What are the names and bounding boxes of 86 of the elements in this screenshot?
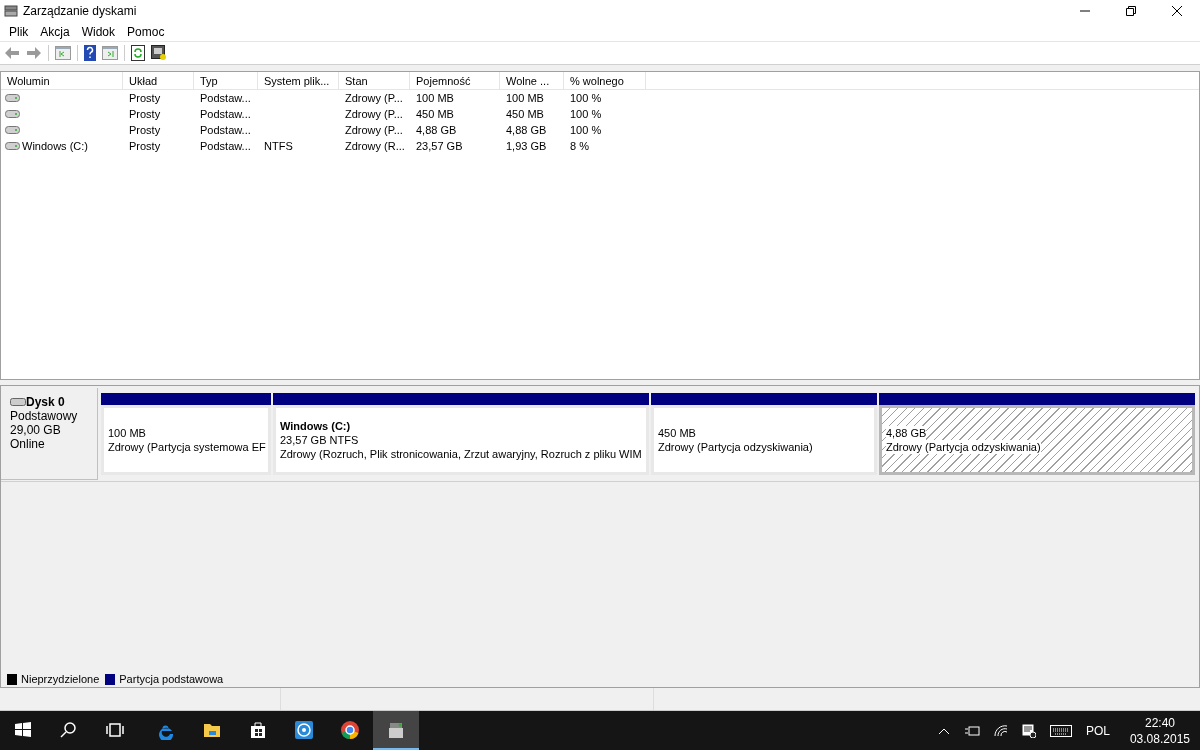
menu-item[interactable]: Widok <box>75 21 122 42</box>
disk-drive-icon <box>10 398 26 406</box>
table-cell-text: 23,57 GB <box>416 138 463 154</box>
disk-label-panel[interactable]: Dysk 0 Podstawowy 29,00 GB Online <box>1 388 98 480</box>
chevron-up-icon[interactable] <box>937 726 950 735</box>
table-cell-text: Podstaw... <box>200 138 251 154</box>
table-cell-text: 450 MB <box>416 106 454 122</box>
volume-drive-icon <box>5 126 20 134</box>
table-cell-text: 100 MB <box>506 90 544 106</box>
shopping-bag-icon <box>248 719 268 740</box>
table-cell-text: Zdrowy (P... <box>345 106 403 122</box>
partition-size: 23,57 GB NTFS <box>280 433 359 447</box>
column-header[interactable]: System plik... <box>258 72 339 90</box>
table-cell-text: 100 MB <box>416 90 454 106</box>
table-cell-text: NTFS <box>264 138 293 154</box>
disk-management-icon <box>4 4 18 18</box>
partition-size: 100 MB <box>108 426 146 440</box>
partition-size: 450 MB <box>658 426 696 440</box>
help-icon[interactable] <box>84 45 96 61</box>
legend-label: Nieprzydzielone <box>21 672 100 688</box>
keyboard-icon[interactable] <box>1049 724 1072 737</box>
table-cell-text: Prosty <box>129 122 161 138</box>
back-arrow-icon[interactable] <box>4 46 20 60</box>
partition-status: Zdrowy (Partycja systemowa EF <box>108 440 266 454</box>
table-cell-text: Podstaw... <box>200 90 251 106</box>
column-header[interactable]: Pojemność <box>410 72 500 90</box>
properties-icon[interactable] <box>151 45 167 61</box>
table-cell-text: 4,88 GB <box>416 122 457 138</box>
table-cell-text: 4,88 GB <box>506 122 547 138</box>
menu-item[interactable]: Akcja <box>34 21 76 42</box>
disk-size: 29,00 GB <box>10 423 62 437</box>
table-cell-text: 8 % <box>570 138 589 154</box>
legend-label: Partycja podstawowa <box>119 672 224 688</box>
table-cell-text: 1,93 GB <box>506 138 547 154</box>
menu-item[interactable]: Pomoc <box>121 21 171 42</box>
volume-drive-icon <box>5 94 20 102</box>
column-header[interactable]: % wolnego <box>564 72 646 90</box>
table-cell-text: Podstaw... <box>200 106 251 122</box>
partition-box[interactable]: 4,88 GB Zdrowy (Partycja odzyskiwania) <box>879 405 1195 475</box>
refresh-icon[interactable] <box>131 45 145 61</box>
partition-status: Zdrowy (Rozruch, Plik stronicowania, Zrzut awaryjny, Rozruch z pliku WIM <box>280 447 642 461</box>
clock-date[interactable]: 03.08.2015 <box>1129 730 1190 747</box>
table-cell-text: Zdrowy (P... <box>345 122 403 138</box>
close-icon <box>1172 6 1182 16</box>
column-header[interactable]: Wolumin <box>1 72 123 90</box>
table-cell-text: 100 % <box>570 106 602 122</box>
table-cell-text: 100 % <box>570 122 602 138</box>
table-cell-text: Prosty <box>129 106 161 122</box>
table-cell-text: 450 MB <box>506 106 544 122</box>
taskbar-app-button[interactable] <box>373 711 419 750</box>
chrome-browser-icon <box>340 719 360 740</box>
table-cell-text: 100 % <box>570 90 602 106</box>
clock-time[interactable]: 22:40 <box>1144 714 1175 731</box>
menu-item[interactable]: Plik <box>3 21 35 42</box>
partition-status: Zdrowy (Partycja odzyskiwania) <box>658 440 813 454</box>
restore-icon <box>1126 6 1136 16</box>
table-cell-text: Zdrowy (P... <box>345 90 403 106</box>
column-header[interactable]: Układ <box>123 72 194 90</box>
volume-drive-icon <box>5 142 20 150</box>
forward-arrow-icon[interactable] <box>26 46 42 60</box>
table-cell-text: Zdrowy (R... <box>345 138 405 154</box>
circle-app-icon <box>294 719 314 740</box>
search-icon <box>59 719 79 740</box>
table-cell-text: Prosty <box>129 90 161 106</box>
partition-title: Windows (C:) <box>280 419 352 433</box>
input-language[interactable]: POL <box>1085 721 1110 740</box>
column-header[interactable]: Stan <box>339 72 410 90</box>
wifi-icon[interactable] <box>993 724 1008 737</box>
disk-status: Online <box>10 437 46 451</box>
battery-plug-icon[interactable] <box>963 725 980 736</box>
table-cell-text: Windows (C:) <box>22 138 88 154</box>
table-cell-text: Prosty <box>129 138 161 154</box>
table-cell-text: Podstaw... <box>200 122 251 138</box>
disk-name: Dysk 0 <box>26 395 65 409</box>
partition-status: Zdrowy (Partycja odzyskiwania) <box>886 440 1041 454</box>
partition-size: 4,88 GB <box>886 426 927 440</box>
partition-box[interactable]: Windows (C:) 23,57 GB NTFS Zdrowy (Rozruch, Plik stronicowania, Zrzut awaryjny, Rozruch z pliku WIM <box>273 405 649 475</box>
window-title: Zarządzanie dyskami <box>23 3 137 20</box>
volume-drive-icon <box>5 110 20 118</box>
column-header[interactable]: Wolne ... <box>500 72 564 90</box>
partition-box[interactable]: 450 MB Zdrowy (Partycja odzyskiwania) <box>651 405 877 475</box>
column-header[interactable]: Typ <box>194 72 258 90</box>
notification-icon[interactable] <box>1021 723 1036 738</box>
windows-logo-icon <box>13 719 33 740</box>
disk-type: Podstawowy <box>10 409 79 423</box>
partition-box[interactable]: 100 MB Zdrowy (Partycja systemowa EF <box>101 405 271 475</box>
